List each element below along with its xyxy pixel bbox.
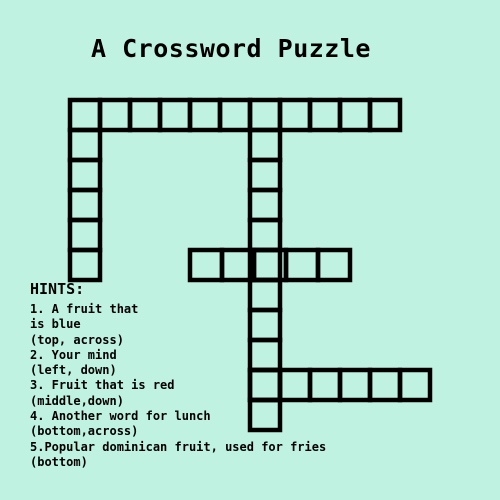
crossword-cell[interactable] bbox=[217, 97, 253, 133]
hint-line: 5.Popular dominican fruit, used for frie… bbox=[30, 439, 327, 454]
crossword-cell[interactable] bbox=[337, 97, 373, 133]
crossword-cell[interactable] bbox=[127, 97, 163, 133]
hint-line: (bottom,across) bbox=[30, 424, 139, 439]
crossword-cell[interactable] bbox=[157, 97, 193, 133]
hint-line: is blue bbox=[30, 317, 81, 332]
crossword-cell[interactable] bbox=[367, 97, 403, 133]
hint-line: (bottom) bbox=[30, 454, 88, 469]
crossword-cell[interactable] bbox=[97, 97, 133, 133]
crossword-cell[interactable] bbox=[307, 97, 343, 133]
crossword-cell[interactable] bbox=[187, 247, 225, 283]
crossword-cell[interactable] bbox=[283, 247, 321, 283]
crossword-cell[interactable] bbox=[277, 97, 313, 133]
hint-line: (middle,down) bbox=[30, 393, 124, 408]
hints-heading: HINTS: bbox=[30, 280, 85, 298]
crossword-cell[interactable] bbox=[67, 247, 103, 283]
crossword-cell[interactable] bbox=[67, 157, 103, 193]
hint-line: 3. Fruit that is red bbox=[30, 378, 175, 393]
crossword-cell[interactable] bbox=[67, 127, 103, 163]
hint-line: 2. Your mind bbox=[30, 347, 117, 362]
crossword-cell[interactable] bbox=[247, 157, 283, 193]
hint-line: 1. A fruit that bbox=[30, 302, 139, 316]
crossword-cell[interactable] bbox=[247, 217, 283, 253]
crossword-cell[interactable] bbox=[247, 97, 283, 133]
crossword-cell[interactable] bbox=[247, 127, 283, 163]
crossword-cell[interactable] bbox=[67, 97, 103, 133]
hint-line: (top, across) bbox=[30, 332, 124, 347]
hint-line: (left, down) bbox=[30, 363, 117, 378]
crossword-cell[interactable] bbox=[67, 217, 103, 253]
hint-line: 4. Another word for lunch bbox=[30, 409, 211, 424]
crossword-cell[interactable] bbox=[187, 97, 223, 133]
hints-list: 1. A fruit that is blue (top, across) 2.… bbox=[30, 302, 490, 470]
crossword-cell[interactable] bbox=[315, 247, 353, 283]
crossword-cell[interactable] bbox=[67, 187, 103, 223]
crossword-cell[interactable] bbox=[247, 187, 283, 223]
